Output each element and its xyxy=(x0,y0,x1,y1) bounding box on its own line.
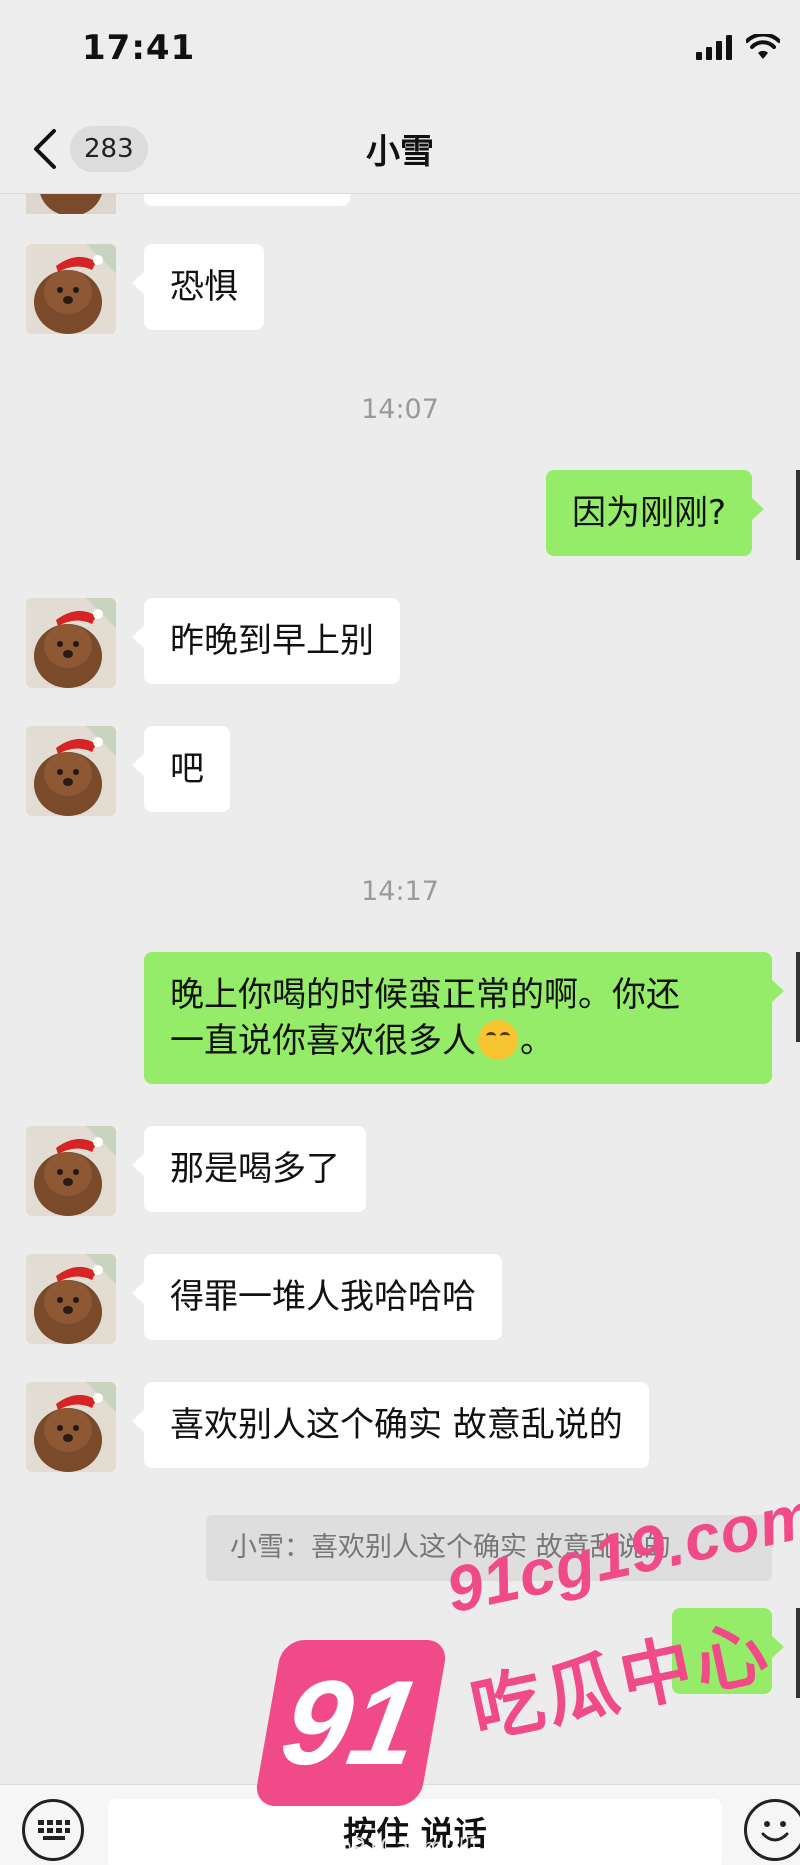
message-bubble-outgoing[interactable]: 因为刚刚? xyxy=(546,470,765,556)
status-icons xyxy=(696,34,780,60)
message-bubble-incoming[interactable]: 那是喝多了 xyxy=(132,1126,366,1212)
dog-avatar-icon xyxy=(26,1382,116,1472)
chat-title: 小雪 xyxy=(366,132,434,172)
message-bubble-outgoing[interactable]: 晚上你喝的时候蛮正常的啊。你还 一直说你喜欢很多人 。 xyxy=(144,952,784,1084)
reply-quote[interactable]: 小雪：喜欢别人这个确实 故意乱说的 xyxy=(206,1515,772,1581)
dog-avatar-icon xyxy=(26,726,116,816)
dog-avatar-icon xyxy=(26,1126,116,1216)
message-bubble-incoming[interactable]: 得罪一堆人我哈哈哈 xyxy=(132,1254,502,1340)
status-time: 17:41 xyxy=(82,28,196,68)
cellular-signal-icon xyxy=(696,34,732,60)
chat-header: 283 小雪 xyxy=(0,100,800,194)
timestamp: 14:07 xyxy=(361,394,439,425)
laughing-crying-emoji-icon xyxy=(478,1020,518,1060)
dog-avatar-icon xyxy=(26,1254,116,1344)
dog-avatar-icon xyxy=(26,194,116,216)
avatar[interactable] xyxy=(26,1254,116,1344)
own-avatar[interactable] xyxy=(796,952,800,1042)
hold-to-talk-button[interactable]: 按住 说话 xyxy=(108,1799,722,1865)
avatar[interactable] xyxy=(26,726,116,816)
own-avatar[interactable] xyxy=(796,470,800,560)
timestamp: 14:17 xyxy=(361,876,439,907)
message-text-line: 晚上你喝的时候蛮正常的啊。你还 xyxy=(170,975,680,1015)
message-bubble[interactable] xyxy=(144,194,350,206)
status-bar: 17:41 xyxy=(0,0,800,100)
message-bubble-incoming[interactable]: 恐惧 xyxy=(132,244,264,330)
wifi-icon xyxy=(746,34,780,59)
avatar[interactable] xyxy=(26,194,116,216)
message-text-line: 一直说你喜欢很多人 。 xyxy=(170,1018,746,1064)
keyboard-icon xyxy=(38,1820,70,1840)
emoji-button[interactable] xyxy=(744,1799,800,1861)
message-text: 一直说你喜欢很多人 xyxy=(170,1021,476,1061)
avatar[interactable] xyxy=(26,598,116,688)
message-bubble-outgoing[interactable] xyxy=(672,1608,784,1694)
dog-avatar-icon xyxy=(26,598,116,688)
avatar[interactable] xyxy=(26,244,116,334)
smiley-icon xyxy=(761,1821,789,1842)
avatar[interactable] xyxy=(26,1382,116,1472)
own-avatar[interactable] xyxy=(796,1608,800,1698)
avatar[interactable] xyxy=(26,1126,116,1216)
input-bar: 按住 说话 xyxy=(0,1784,800,1865)
dog-avatar-icon xyxy=(26,244,116,334)
keyboard-toggle-button[interactable] xyxy=(22,1799,84,1861)
message-bubble-incoming[interactable]: 吧 xyxy=(132,726,230,812)
message-text: 。 xyxy=(520,1021,554,1061)
message-bubble-incoming[interactable]: 喜欢别人这个确实 故意乱说的 xyxy=(132,1382,649,1468)
message-bubble-incoming[interactable]: 昨晚到早上别 xyxy=(132,598,400,684)
